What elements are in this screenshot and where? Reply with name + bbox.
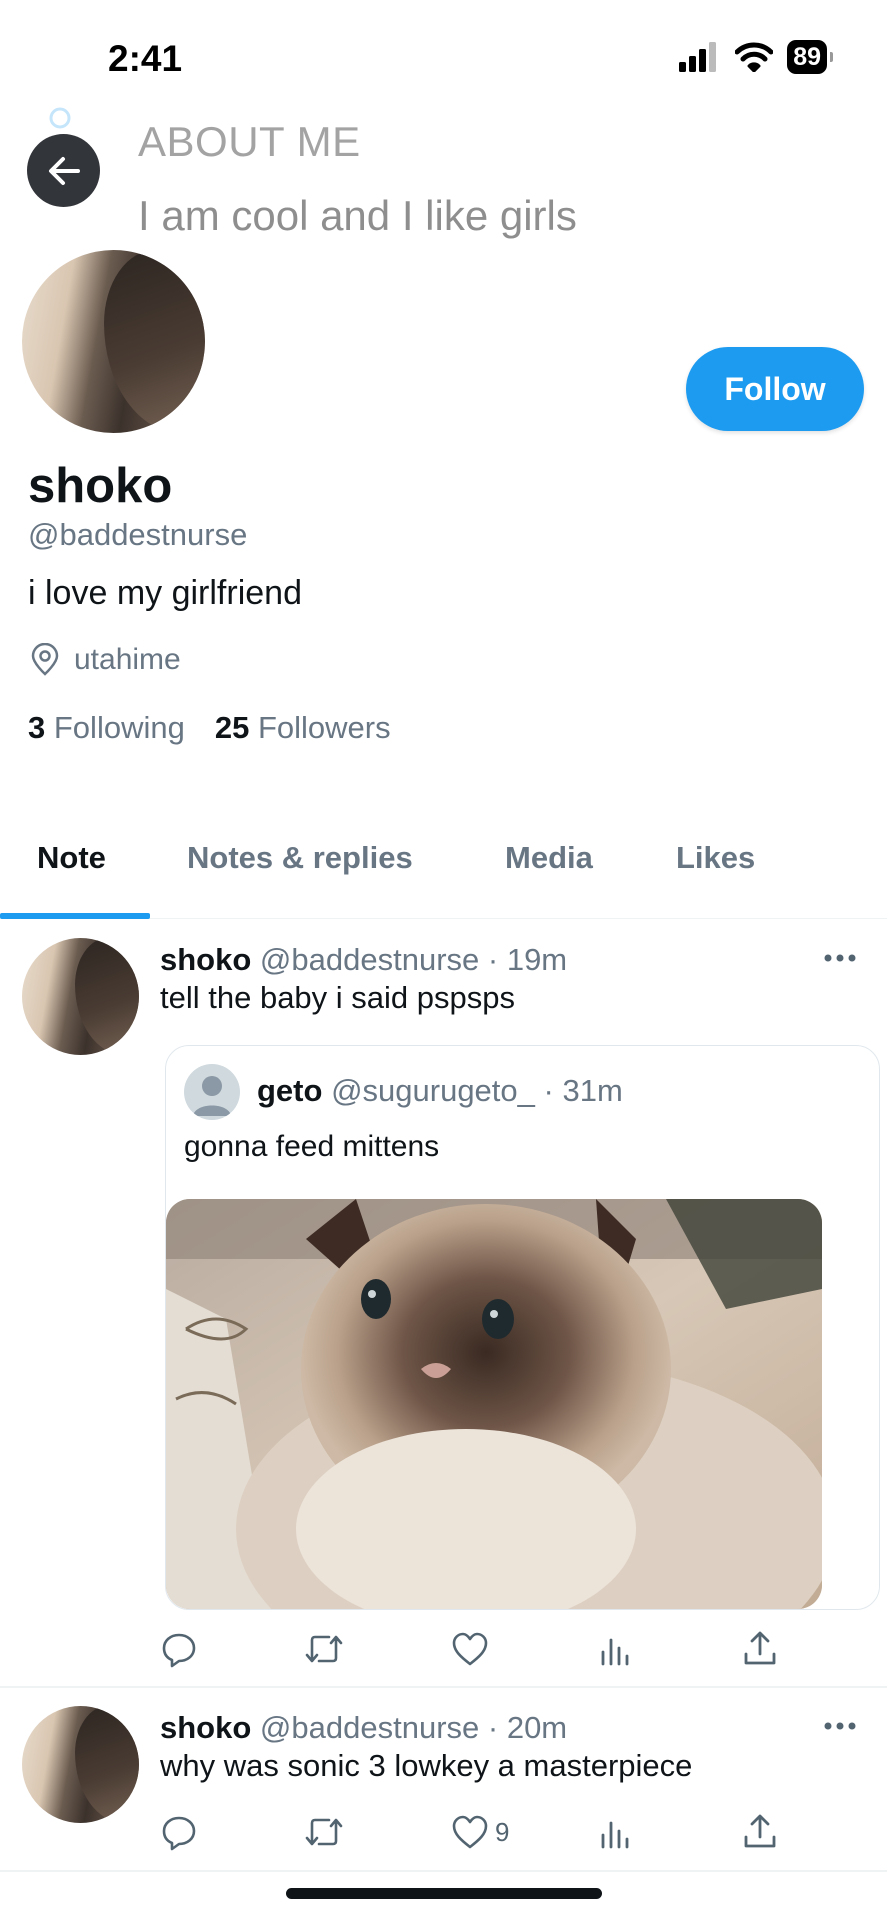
followers-link[interactable]: 25 Followers [215,710,391,746]
quote-header: geto @sugurugeto_ · 31m [257,1073,623,1109]
about-title: ABOUT ME [138,118,361,165]
tab-note[interactable]: Note [37,840,106,876]
like-button[interactable] [451,1630,489,1668]
quote-author-handle: @sugurugeto_ [331,1073,535,1108]
post-text: why was sonic 3 lowkey a masterpiece [160,1748,693,1783]
profile-avatar[interactable] [22,250,205,433]
post-actions [0,1630,887,1674]
profile-handle: @baddestnurse [28,517,248,552]
views-icon [601,1638,629,1666]
back-button[interactable] [27,134,100,207]
reply-icon [162,1816,196,1851]
cat-photo[interactable] [166,1199,822,1609]
like-icon [452,1632,488,1666]
share-button[interactable] [742,1813,778,1851]
share-button[interactable] [742,1630,778,1668]
retweet-icon [305,1818,343,1846]
quote-author-name: geto [257,1073,323,1108]
post-author-handle: @baddestnurse [259,1710,480,1745]
back-arrow-icon [48,156,80,185]
reply-button[interactable] [160,1630,198,1668]
profile-name: shoko [28,459,173,513]
active-tab-indicator [0,913,150,919]
post-time: · 20m [487,1710,568,1745]
retweet-icon [305,1635,343,1663]
followers-label: Followers [257,710,391,745]
quote-avatar [184,1064,240,1120]
quote-time: · 31m [543,1073,623,1108]
views-button[interactable] [600,1630,634,1668]
post-avatar[interactable] [22,1706,139,1823]
wifi-icon [735,42,774,72]
default-avatar-icon [193,1076,231,1116]
post-avatar[interactable] [22,938,139,1055]
quote-text: gonna feed mittens [184,1130,440,1163]
signal-icon [679,42,717,72]
follow-button[interactable]: Follow [686,347,864,431]
post-actions: 9 [0,1813,887,1857]
location-pin-icon [31,643,59,676]
following-label: Following [53,710,185,745]
more-icon[interactable] [820,1716,860,1736]
profile-tabs: Note Notes & replies Media Likes [0,840,887,920]
like-icon [452,1815,488,1849]
reply-icon [162,1633,196,1668]
location-text: utahime [74,643,181,676]
retweet-button[interactable] [303,1630,345,1668]
following-count: 3 [28,710,46,745]
views-button[interactable] [600,1813,634,1851]
post-header: shoko @baddestnurse · 20m [160,1710,567,1746]
search-icon [49,107,71,129]
like-count: 9 [495,1816,510,1847]
battery-icon: 89 [787,40,833,74]
more-icon[interactable] [820,948,860,968]
about-text: I am cool and I like girls [138,192,577,239]
share-icon [744,1814,776,1848]
post-time: · 19m [487,942,568,977]
post-divider [0,1686,887,1688]
post-author-name[interactable]: shoko [160,1710,251,1745]
status-time: 2:41 [108,38,183,79]
tab-media[interactable]: Media [505,840,593,876]
following-link[interactable]: 3 Following [28,710,185,746]
post-header: shoko @baddestnurse · 19m [160,942,567,978]
post-text: tell the baby i said pspsps [160,980,515,1015]
tab-likes[interactable]: Likes [676,840,755,876]
like-button[interactable]: 9 [451,1813,509,1851]
profile-bio: i love my girlfriend [28,574,302,612]
share-icon [744,1631,776,1665]
profile-stats: 3 Following 25 Followers [28,710,391,746]
tab-notes-replies[interactable]: Notes & replies [187,840,413,876]
followers-count: 25 [214,710,250,745]
views-icon [601,1821,629,1849]
post-author-name[interactable]: shoko [160,942,251,977]
reply-button[interactable] [160,1813,198,1851]
home-indicator[interactable] [286,1888,602,1899]
post-divider [0,1870,887,1872]
profile-location: utahime [28,643,181,677]
status-icons: 89 [679,40,833,74]
retweet-button[interactable] [303,1813,345,1851]
post-author-handle: @baddestnurse [259,942,480,977]
cat-photo-image [166,1199,822,1609]
